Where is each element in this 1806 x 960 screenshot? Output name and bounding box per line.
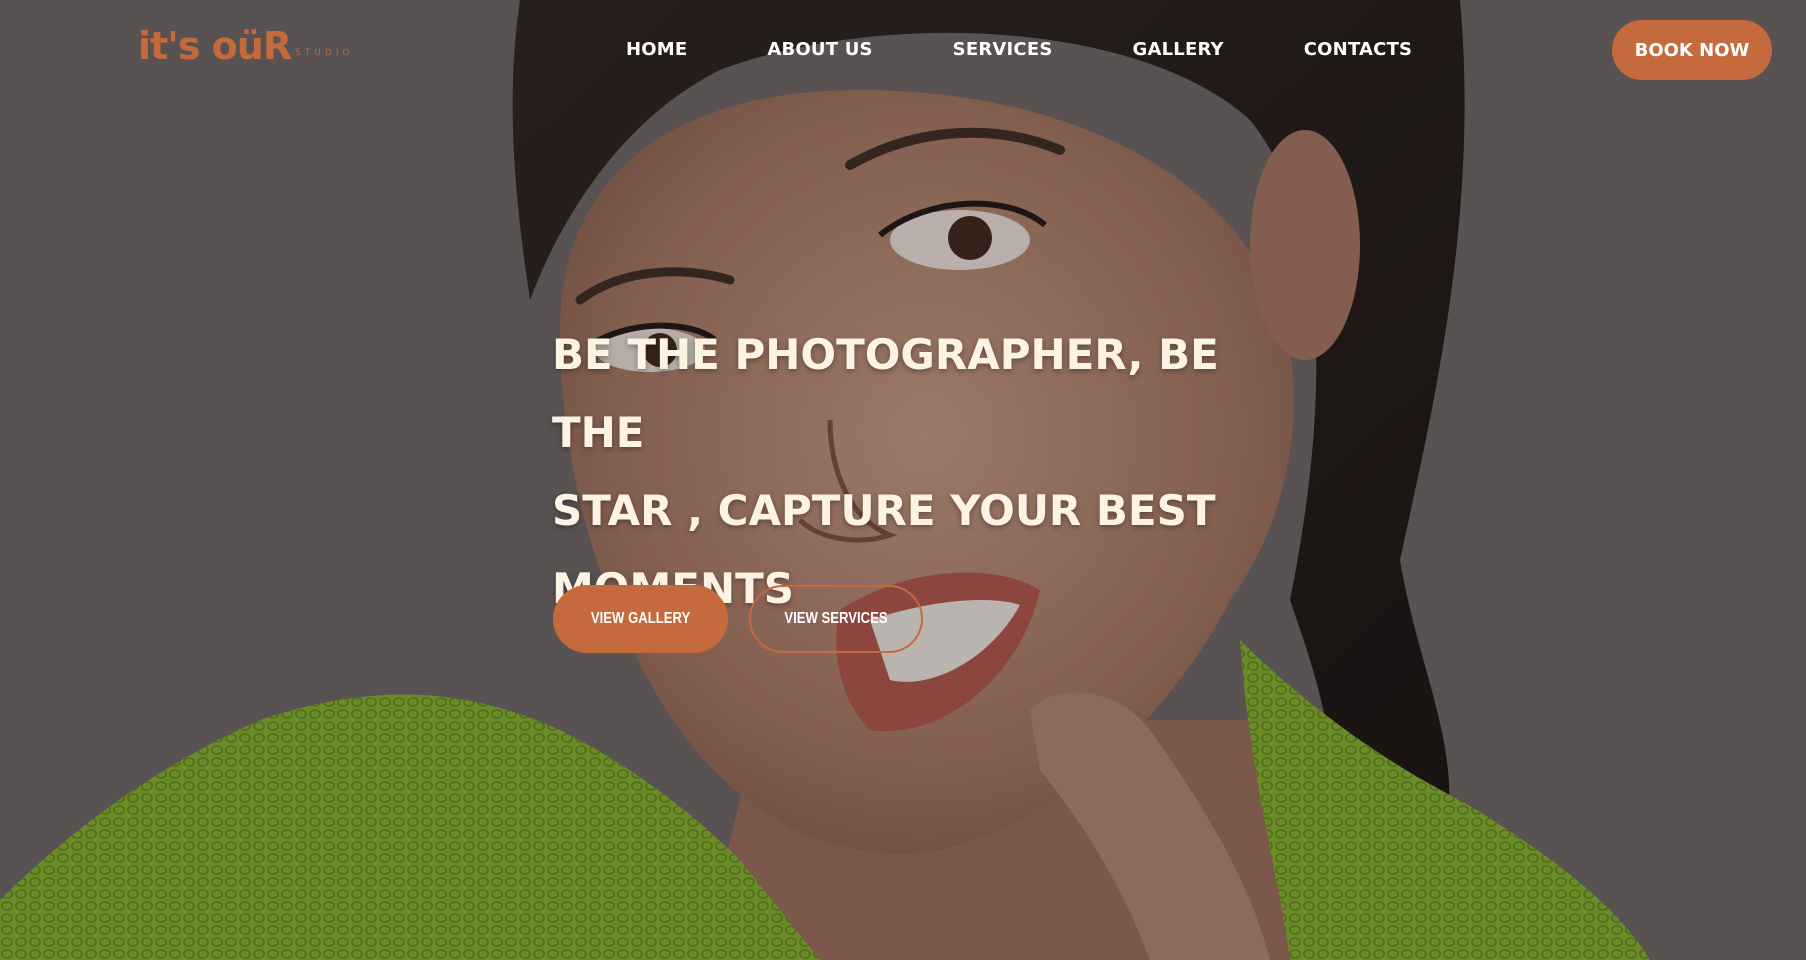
- nav-item-home[interactable]: HOME: [626, 38, 687, 62]
- book-now-button[interactable]: BOOK NOW: [1612, 20, 1772, 80]
- view-services-button[interactable]: VIEW SERVICES: [749, 585, 923, 653]
- page: it's oüR STUDIO HOME ABOUT US SERVICES G…: [0, 0, 1806, 960]
- hero-headline-line: BE THE PHOTOGRAPHER, BE THE: [552, 330, 1219, 457]
- nav-item-about-us[interactable]: ABOUT US: [767, 38, 872, 62]
- nav-item-gallery[interactable]: GALLERY: [1133, 38, 1224, 62]
- hero-headline-line: STAR , CAPTURE YOUR BEST: [552, 486, 1216, 535]
- nav-item-contacts[interactable]: CONTACTS: [1304, 38, 1412, 62]
- view-services-label: VIEW SERVICES: [784, 610, 888, 627]
- logo-wordmark: it's oüR: [138, 24, 292, 68]
- view-gallery-button[interactable]: VIEW GALLERY: [553, 585, 728, 653]
- brand-logo[interactable]: it's oüR STUDIO: [138, 26, 354, 66]
- view-gallery-label: VIEW GALLERY: [590, 610, 691, 627]
- nav-item-services[interactable]: SERVICES: [953, 38, 1053, 62]
- hero-headline: BE THE PHOTOGRAPHER, BE THE STAR , CAPTU…: [552, 316, 1312, 628]
- main-nav: HOME ABOUT US SERVICES GALLERY CONTACTS: [626, 38, 1412, 62]
- logo-subtitle: STUDIO: [295, 48, 354, 58]
